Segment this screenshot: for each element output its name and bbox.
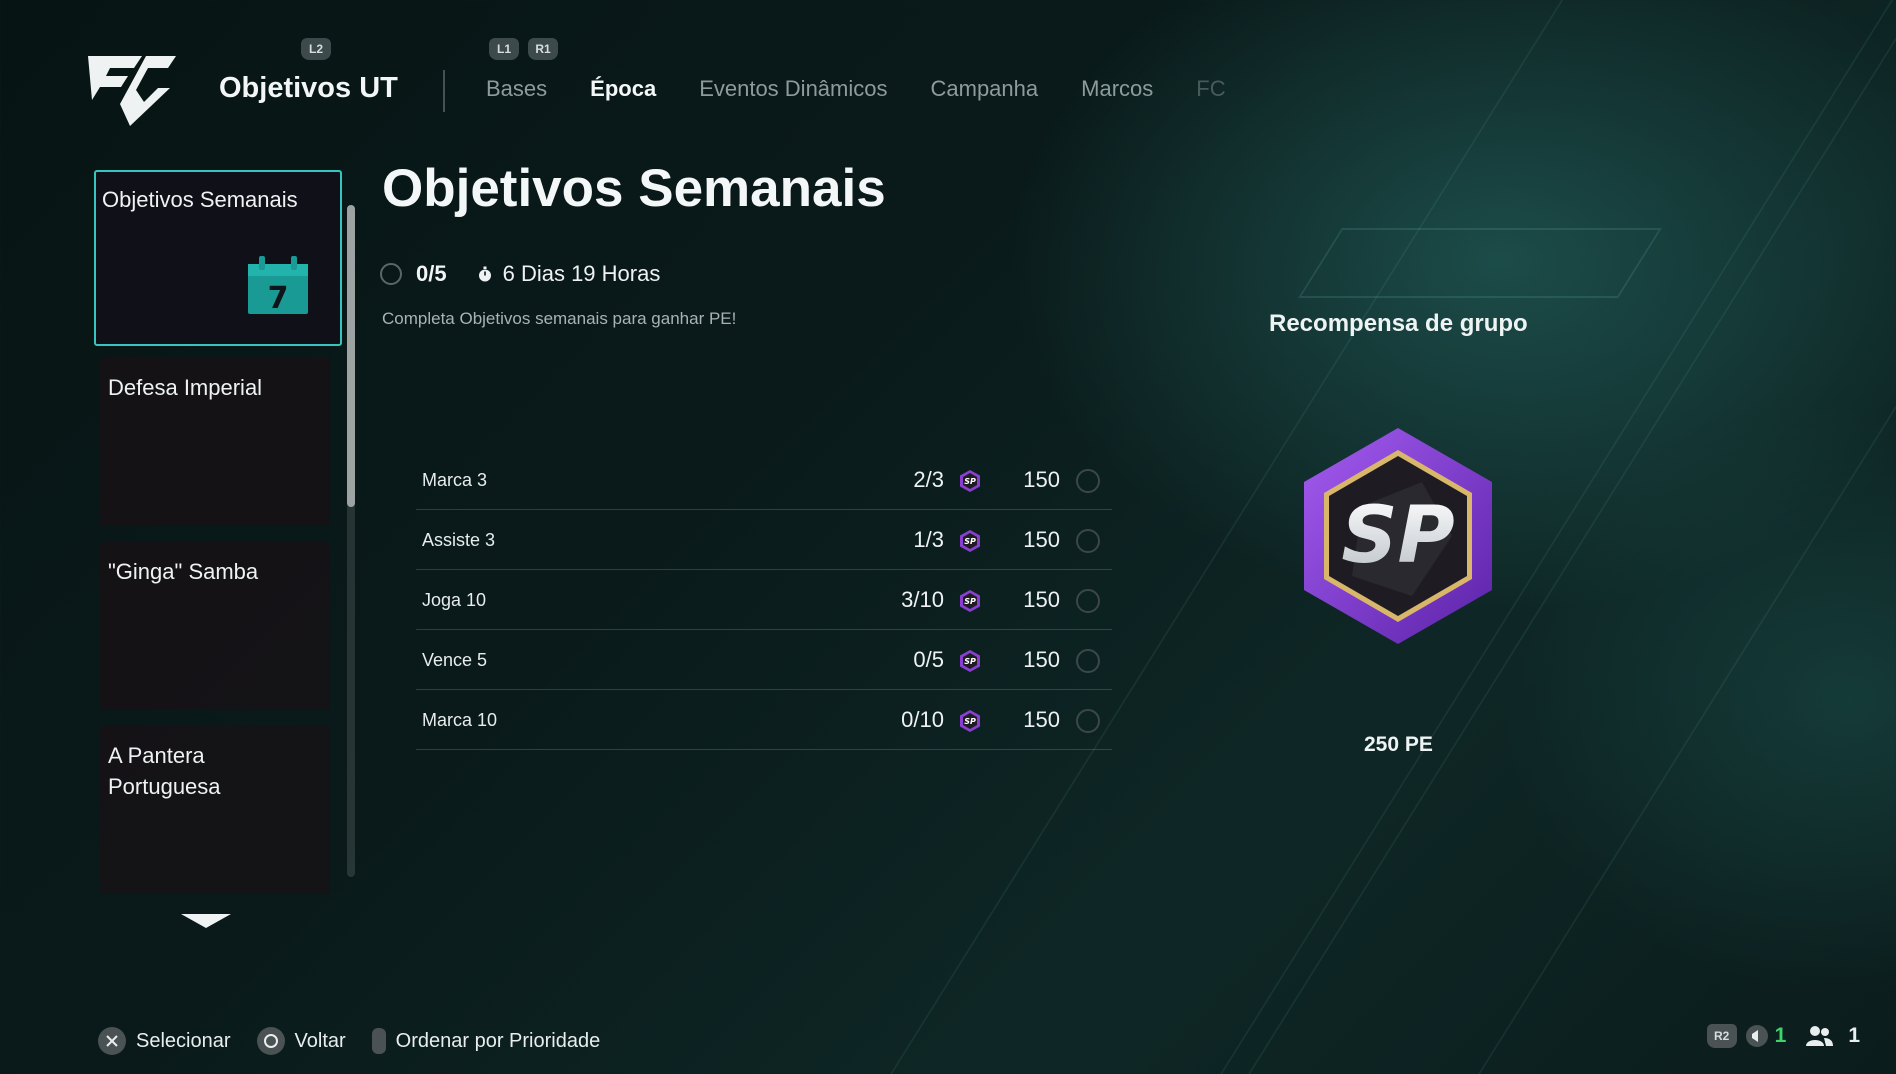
sort-priority-hint[interactable]: Ordenar por Prioridade	[396, 1030, 601, 1053]
objective-points: 150	[1023, 647, 1060, 672]
sidebar-item-objetivos-semanais[interactable]: Objetivos Semanais 7	[94, 170, 342, 346]
sidebar-item-defesa-imperial[interactable]: Defesa Imperial	[100, 358, 330, 526]
header-divider	[443, 70, 445, 112]
time-remaining: 6 Dias 19 Horas	[502, 261, 661, 286]
footer-controls: Selecionar Voltar Ordenar por Prioridade	[98, 1027, 626, 1055]
objective-name: Marca 10	[422, 710, 498, 730]
friends-online-count: 1	[1848, 1024, 1860, 1047]
objective-progress: 1/3	[913, 527, 944, 552]
objective-row[interactable]: Vence 5 0/5 SP 150	[416, 630, 1112, 690]
scrollbar-thumb[interactable]	[347, 205, 355, 507]
objective-name: Vence 5	[422, 650, 488, 670]
progress-count: 0/5	[416, 261, 447, 286]
cross-button-icon[interactable]	[98, 1027, 126, 1055]
sidebar-item-label: "Ginga" Samba	[108, 559, 259, 584]
svg-text:SP: SP	[964, 537, 976, 546]
page-section-title: Objetivos UT	[219, 72, 398, 104]
circle-button-icon[interactable]	[256, 1027, 285, 1055]
svg-text:SP: SP	[964, 477, 976, 486]
tab-campanha[interactable]: Campanha	[931, 76, 1039, 102]
season-points-icon: SP	[960, 590, 980, 612]
objective-progress: 3/10	[901, 587, 944, 612]
svg-text:SP: SP	[964, 717, 976, 726]
r1-button-hint: R1	[528, 38, 558, 60]
objective-row[interactable]: Marca 3 2/3 SP 150	[416, 450, 1112, 510]
tab-marcos[interactable]: Marcos	[1081, 76, 1153, 102]
season-points-icon: SP	[960, 470, 980, 492]
group-description: Completa Objetivos semanais para ganhar …	[382, 309, 737, 328]
season-points-icon: SP	[960, 710, 980, 732]
sidebar-item-label: Defesa Imperial	[108, 375, 263, 400]
svg-text:SP: SP	[964, 657, 976, 666]
svg-text:7: 7	[268, 281, 289, 316]
tab-fc[interactable]: FC	[1196, 76, 1225, 102]
touchpad-button-icon[interactable]	[371, 1028, 386, 1054]
svg-text:SP: SP	[1341, 491, 1454, 581]
objective-name: Assiste 3	[422, 530, 496, 550]
l2-button-hint: L2	[301, 38, 331, 60]
objective-points: 150	[1023, 467, 1060, 492]
back-hint[interactable]: Voltar	[295, 1030, 346, 1053]
objective-name: Joga 10	[422, 590, 487, 610]
sidebar-item-ginga-samba[interactable]: "Ginga" Samba	[100, 542, 330, 710]
season-points-icon: SP	[960, 530, 980, 552]
sidebar-item-label: Objetivos Semanais	[102, 187, 298, 212]
sidebar-item-label: A Pantera Portuguesa	[108, 743, 221, 799]
tab-epoca[interactable]: Época	[590, 76, 656, 102]
objective-progress: 0/5	[913, 647, 944, 672]
notification-megaphone-icon	[1745, 1025, 1768, 1047]
top-tabs: Bases Época Eventos Dinâmicos Campanha M…	[486, 76, 1269, 102]
background-stripe	[1298, 228, 1662, 298]
season-points-badge-icon: SP	[1304, 428, 1492, 644]
calendar-icon: 7	[248, 256, 308, 316]
objective-points: 150	[1023, 707, 1060, 732]
objective-progress: 2/3	[913, 467, 944, 492]
group-reward-amount: 250 PE	[1364, 733, 1433, 756]
objective-status-ring-icon	[1076, 529, 1100, 553]
tab-eventos-dinamicos[interactable]: Eventos Dinâmicos	[699, 76, 887, 102]
objective-status-ring-icon	[1076, 649, 1100, 673]
objective-name: Marca 3	[422, 470, 488, 490]
group-progress: 0/5 6 Dias 19 Horas	[380, 261, 660, 287]
friends-icon	[1806, 1026, 1834, 1046]
objective-status-ring-icon	[1076, 469, 1100, 493]
notification-count: 1	[1774, 1024, 1787, 1047]
r2-button-hint: R2	[1706, 1024, 1737, 1048]
fc-logo-icon	[88, 56, 176, 126]
objective-row[interactable]: Assiste 3 1/3 SP 150	[416, 510, 1112, 570]
footer-status: R2 1 1	[1706, 1024, 1860, 1048]
objective-status-ring-icon	[1076, 589, 1100, 613]
tab-bases[interactable]: Bases	[486, 76, 547, 102]
objective-row[interactable]: Marca 10 0/10 SP 150	[416, 690, 1112, 750]
l1-button-hint: L1	[489, 38, 519, 60]
sidebar-scrollbar[interactable]	[347, 205, 355, 877]
stopwatch-icon	[478, 266, 491, 282]
objective-progress: 0/10	[901, 707, 944, 732]
progress-ring-icon	[380, 263, 402, 285]
objective-status-ring-icon	[1076, 709, 1100, 733]
group-reward-title: Recompensa de grupo	[1269, 310, 1528, 337]
season-points-icon: SP	[960, 650, 980, 672]
objective-points: 150	[1023, 527, 1060, 552]
page-title: Objetivos Semanais	[382, 159, 886, 218]
objective-points: 150	[1023, 587, 1060, 612]
sidebar-item-a-pantera-portuguesa[interactable]: A Pantera Portuguesa	[100, 726, 330, 894]
select-hint[interactable]: Selecionar	[136, 1030, 231, 1053]
objective-list: Marca 3 2/3 SP 150 Assiste 3 1/3 SP 150 Joga 10 3…	[416, 450, 1112, 750]
svg-text:SP: SP	[964, 597, 976, 606]
objective-row[interactable]: Joga 10 3/10 SP 150	[416, 570, 1112, 630]
scroll-down-arrow-icon[interactable]	[181, 914, 231, 928]
